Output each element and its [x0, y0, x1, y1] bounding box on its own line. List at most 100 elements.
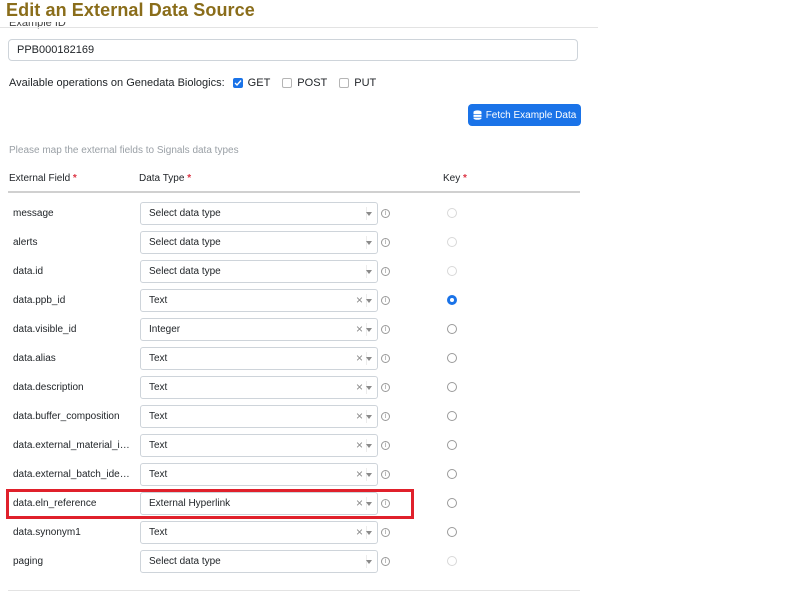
data-type-value: Text — [149, 353, 168, 364]
operation-post[interactable]: POST — [282, 77, 327, 89]
clear-icon[interactable]: × — [356, 348, 363, 369]
key-radio[interactable] — [447, 324, 457, 334]
page-title: Edit an External Data Source — [6, 0, 255, 20]
data-type-select[interactable]: Text × — [140, 434, 378, 457]
data-type-value: Integer — [149, 324, 181, 335]
header-data-type-label: Data Type — [139, 173, 185, 184]
data-type-select[interactable]: Select data type — [140, 550, 378, 573]
info-icon[interactable]: i — [381, 296, 390, 305]
data-type-value: Select data type — [149, 266, 221, 277]
chevron-down-icon[interactable] — [366, 241, 372, 245]
header-key: Key * — [443, 173, 467, 184]
info-icon[interactable]: i — [381, 383, 390, 392]
info-icon[interactable]: i — [381, 470, 390, 479]
data-type-select[interactable]: Integer × — [140, 318, 378, 341]
required-mark: * — [72, 173, 77, 184]
clear-icon[interactable]: × — [356, 464, 363, 485]
key-radio[interactable] — [447, 353, 457, 363]
operation-put[interactable]: PUT — [339, 77, 376, 89]
fetch-example-data-button[interactable]: Fetch Example Data — [468, 104, 581, 126]
info-icon[interactable]: i — [381, 209, 390, 218]
table-row: paging Select data type i — [0, 550, 600, 574]
clear-icon[interactable]: × — [356, 435, 363, 456]
clear-icon[interactable]: × — [356, 319, 363, 340]
chevron-down-icon[interactable] — [366, 386, 372, 390]
table-row: data.external_material_ide... Text × i — [0, 434, 600, 458]
external-field-name: data.synonym1 — [13, 527, 81, 538]
data-type-select[interactable]: Text × — [140, 405, 378, 428]
chevron-down-icon[interactable] — [366, 328, 372, 332]
table-row: message Select data type i — [0, 202, 600, 226]
chevron-down-icon[interactable] — [366, 560, 372, 564]
get-checkbox[interactable] — [232, 78, 243, 88]
title-divider — [0, 27, 598, 28]
data-type-select[interactable]: Text × — [140, 463, 378, 486]
table-row: data.ppb_id Text × i — [0, 289, 600, 313]
put-label: PUT — [354, 77, 377, 89]
data-type-value: Text — [149, 469, 168, 480]
data-type-select[interactable]: Text × — [140, 347, 378, 370]
key-radio — [447, 266, 457, 276]
key-radio — [447, 556, 457, 566]
header-divider — [8, 191, 580, 193]
table-row: data.description Text × i — [0, 376, 600, 400]
key-radio[interactable] — [447, 382, 457, 392]
info-icon[interactable]: i — [381, 557, 390, 566]
annotation-highlight-box — [6, 489, 414, 519]
data-type-select[interactable]: Select data type — [140, 260, 378, 283]
mapping-hint: Please map the external fields to Signal… — [9, 145, 239, 156]
chevron-down-icon[interactable] — [366, 299, 372, 303]
info-icon[interactable]: i — [381, 267, 390, 276]
external-field-name: data.external_material_ide... — [13, 440, 135, 451]
info-icon[interactable]: i — [381, 528, 390, 537]
required-mark: * — [187, 173, 192, 184]
clear-icon[interactable]: × — [356, 290, 363, 311]
operations-label: Available operations on Genedata Biologi… — [9, 77, 225, 89]
clear-icon[interactable]: × — [356, 377, 363, 398]
data-type-select[interactable]: Select data type — [140, 231, 378, 254]
info-icon[interactable]: i — [381, 238, 390, 247]
external-field-name: data.visible_id — [13, 324, 77, 335]
data-type-select[interactable]: Text × — [140, 289, 378, 312]
table-row: data.external_batch_identi... Text × i — [0, 463, 600, 487]
table-row: data.visible_id Integer × i — [0, 318, 600, 342]
info-icon[interactable]: i — [381, 412, 390, 421]
chevron-down-icon[interactable] — [366, 531, 372, 535]
external-field-name: data.id — [13, 266, 44, 277]
data-type-select[interactable]: Select data type — [140, 202, 378, 225]
operation-get[interactable]: GET — [232, 77, 270, 89]
clear-icon[interactable]: × — [356, 406, 363, 427]
table-row: data.synonym1 Text × i — [0, 521, 600, 545]
info-icon[interactable]: i — [381, 325, 390, 334]
data-type-value: Text — [149, 295, 168, 306]
fetch-button-label: Fetch Example Data — [485, 109, 577, 121]
table-row: alerts Select data type i — [0, 231, 600, 255]
external-field-name: data.alias — [13, 353, 56, 364]
data-type-select[interactable]: Text × — [140, 521, 378, 544]
header-external-field: External Field * — [9, 173, 77, 184]
info-icon[interactable]: i — [381, 354, 390, 363]
data-type-select[interactable]: Text × — [140, 376, 378, 399]
key-radio[interactable] — [447, 527, 457, 537]
key-radio[interactable] — [447, 411, 457, 421]
key-radio[interactable] — [447, 295, 457, 305]
chevron-down-icon[interactable] — [366, 473, 372, 477]
chevron-down-icon[interactable] — [366, 444, 372, 448]
key-radio[interactable] — [447, 498, 457, 508]
table-row: data.id Select data type i — [0, 260, 600, 284]
example-id-input[interactable]: PPB000182169 — [8, 39, 578, 61]
post-checkbox[interactable] — [282, 78, 293, 88]
chevron-down-icon[interactable] — [366, 357, 372, 361]
chevron-down-icon[interactable] — [366, 212, 372, 216]
chevron-down-icon[interactable] — [366, 270, 372, 274]
info-icon[interactable]: i — [381, 441, 390, 450]
key-radio[interactable] — [447, 440, 457, 450]
table-row: data.buffer_composition Text × i — [0, 405, 600, 429]
example-id-label: Example ID — [9, 22, 66, 29]
clear-icon[interactable]: × — [356, 522, 363, 543]
footer-divider — [8, 590, 580, 591]
put-checkbox[interactable] — [339, 78, 350, 88]
key-radio[interactable] — [447, 469, 457, 479]
table-row: data.alias Text × i — [0, 347, 600, 371]
chevron-down-icon[interactable] — [366, 415, 372, 419]
